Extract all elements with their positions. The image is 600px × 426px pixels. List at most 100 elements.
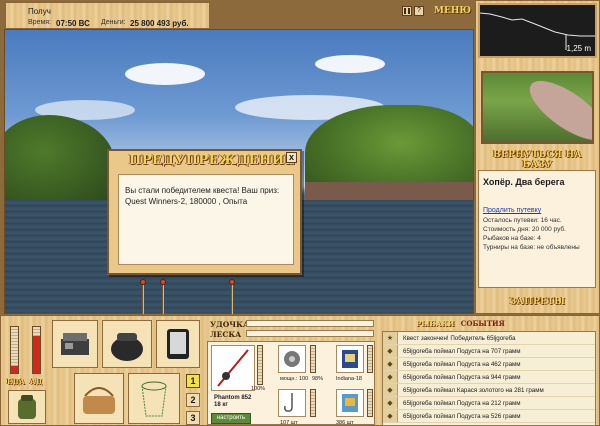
rod-slot[interactable] [211, 345, 255, 391]
fishers-count: Рыбаков на базе: 4 [483, 235, 541, 242]
left-forest [5, 115, 115, 205]
rod-tension-bar [246, 320, 374, 327]
return-to-base-button[interactable]: ВЕРНУТЬСЯ НА БАЗУ [477, 150, 598, 170]
backpack-slot[interactable] [8, 390, 46, 424]
rod-condition: 100% [251, 386, 266, 392]
reel-slot[interactable] [278, 345, 306, 373]
rod-weight: 18 кг [214, 402, 228, 408]
list-item: ◆ 65ljgoreба поймал Подуста на 526 грамм [383, 410, 595, 423]
phone-slot[interactable] [156, 320, 200, 368]
lure-gauge [367, 389, 373, 417]
hook-count: 107 шт [280, 420, 298, 426]
cloud [125, 63, 205, 85]
money-value: 25 800 493 руб. [130, 19, 189, 28]
dialog-title: ПРЕДУПРЕЖДЕНИЕ [129, 153, 296, 168]
dialog-message: Вы стали победителем квеста! Ваш приз: Q… [118, 174, 294, 265]
food-label: ЕДА [7, 377, 26, 386]
keepnet-icon [141, 381, 167, 417]
help-button[interactable]: ? [414, 6, 424, 16]
events-list[interactable]: ★ Квест закончен! Победитель 65ljgoreба ◆… [382, 331, 596, 426]
pause-icon[interactable] [402, 6, 412, 16]
reel-icon [284, 351, 300, 367]
bait-slot[interactable] [336, 345, 364, 373]
line-label: ЛЕСКА [210, 330, 242, 339]
reel-power: мощн.: 100 [280, 376, 309, 382]
backpack-icon [18, 395, 36, 419]
fish-icon: ◆ [383, 345, 398, 357]
user-name: Получ [28, 7, 51, 16]
tackle-box-slot[interactable] [52, 320, 98, 368]
depth-value: 1,25 m [566, 44, 591, 53]
fish-icon: ◆ [383, 410, 398, 422]
hook-gauge [310, 389, 316, 417]
line-tension-bar [246, 330, 374, 337]
slot-2-button[interactable]: 2 [186, 393, 200, 407]
permit-remaining: Осталось путевки: 16 час. [483, 217, 562, 224]
star-icon: ★ [383, 332, 398, 344]
right-bank [305, 182, 473, 202]
fish-icon: ◆ [383, 384, 398, 396]
close-icon[interactable]: x [286, 152, 297, 163]
food-gauge [10, 326, 19, 374]
float-2 [160, 279, 166, 285]
list-item: ◆ 65ljgoreба поймал Карася золотого на 28… [383, 384, 595, 397]
list-item: ◆ 65ljgoreба поймал Подуста на 462 грамм [383, 358, 595, 371]
fish-icon: ◆ [383, 371, 398, 383]
warning-dialog: ПРЕДУПРЕЖДЕНИЕ x Вы стали победителем кв… [107, 149, 302, 275]
tab-events[interactable]: СОБЫТИЯ [461, 319, 505, 328]
lure-slot[interactable] [336, 389, 364, 417]
reel-condition: 98% [312, 376, 324, 382]
day-cost: Стоимость дня: 20 000 руб. [483, 226, 566, 233]
fish-icon: ◆ [383, 358, 398, 370]
phone-icon [167, 329, 189, 359]
fishing-bag-icon [111, 333, 143, 361]
money-label: Деньги: [101, 19, 126, 26]
rod-label: УДОЧКА [210, 320, 250, 329]
reel-wear-gauge [310, 345, 316, 373]
bait-name: Indiana-18 [336, 376, 362, 382]
menu-bar: ? МЕНЮ [402, 4, 471, 18]
lure-box-icon [342, 394, 358, 412]
time-label: Время: [28, 19, 52, 26]
rod-stand-1[interactable] [142, 282, 144, 314]
location-name: Хопёр. Два берега [483, 177, 565, 187]
list-item: ◆ 65ljgoreба поймал Подуста на 707 грамм [383, 345, 595, 358]
extend-permit-link[interactable]: Продлить путевку [483, 207, 591, 214]
slot-3-button[interactable]: 3 [186, 411, 200, 425]
bait-gauge [367, 345, 373, 373]
tab-fishers[interactable]: РЫБАКИ [416, 319, 454, 328]
lure-count: 386 шт [336, 420, 354, 426]
basket-slot[interactable] [74, 373, 124, 424]
keepnet-slot[interactable] [128, 373, 180, 424]
tournaments-status: Турниры на базе: не объявлены [483, 244, 580, 251]
fish-icon: ◆ [383, 397, 398, 409]
bag-slot[interactable] [102, 320, 152, 368]
status-bar: Получ Время: 07:50 ВС Деньги: 25 800 493… [5, 2, 210, 29]
menu-button[interactable]: МЕНЮ [434, 6, 471, 16]
alcohol-gauge [32, 326, 41, 374]
events-tabs: РЫБАКИ СОБЫТИЯ [416, 319, 505, 328]
tackle-box-icon [61, 333, 89, 355]
list-item: ◆ 65ljgoreба поймал Подуста на 944 грамм [383, 371, 595, 384]
slot-1-button[interactable]: 1 [186, 374, 200, 388]
hook-slot[interactable] [278, 389, 306, 417]
fishing-rod-icon [217, 349, 249, 387]
alcohol-label: АД [30, 377, 43, 386]
location-thumbnail [481, 71, 594, 144]
rod-stand-3[interactable] [231, 282, 233, 314]
depth-map[interactable]: 1,25 m [478, 3, 597, 58]
bans-button[interactable]: ЗАПРЕТЫ [477, 297, 598, 307]
list-item: ◆ 65ljgoreба поймал Подуста на 212 грамм [383, 397, 595, 410]
list-item: ★ Квест закончен! Победитель 65ljgoreба [383, 332, 595, 345]
time-value: 07:50 ВС [56, 19, 90, 28]
float-3 [229, 279, 235, 285]
cloud [315, 55, 385, 73]
float-1 [140, 279, 146, 285]
hook-icon [284, 393, 293, 412]
basket-icon [83, 387, 115, 414]
setup-button[interactable]: настроить [211, 413, 251, 424]
rod-stand-2[interactable] [162, 282, 164, 314]
equipment-panel: 100% Phantom 852 18 кг настроить мощн.: … [207, 341, 375, 426]
rod-wear-gauge [257, 345, 263, 385]
bait-box-icon [342, 350, 358, 368]
